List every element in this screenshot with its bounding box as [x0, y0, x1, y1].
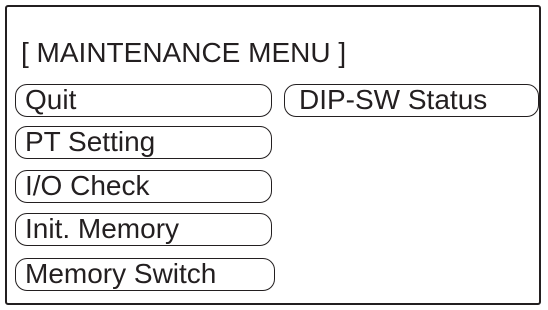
memory-switch-button[interactable]: Memory Switch	[15, 258, 275, 291]
quit-button[interactable]: Quit	[15, 84, 272, 117]
io-check-button[interactable]: I/O Check	[15, 170, 272, 203]
pt-setting-button[interactable]: PT Setting	[15, 126, 272, 159]
init-memory-button[interactable]: Init. Memory	[15, 213, 272, 246]
menu-title: [ MAINTENANCE MENU ]	[21, 37, 347, 68]
dip-sw-status-button[interactable]: DIP-SW Status	[284, 84, 539, 117]
